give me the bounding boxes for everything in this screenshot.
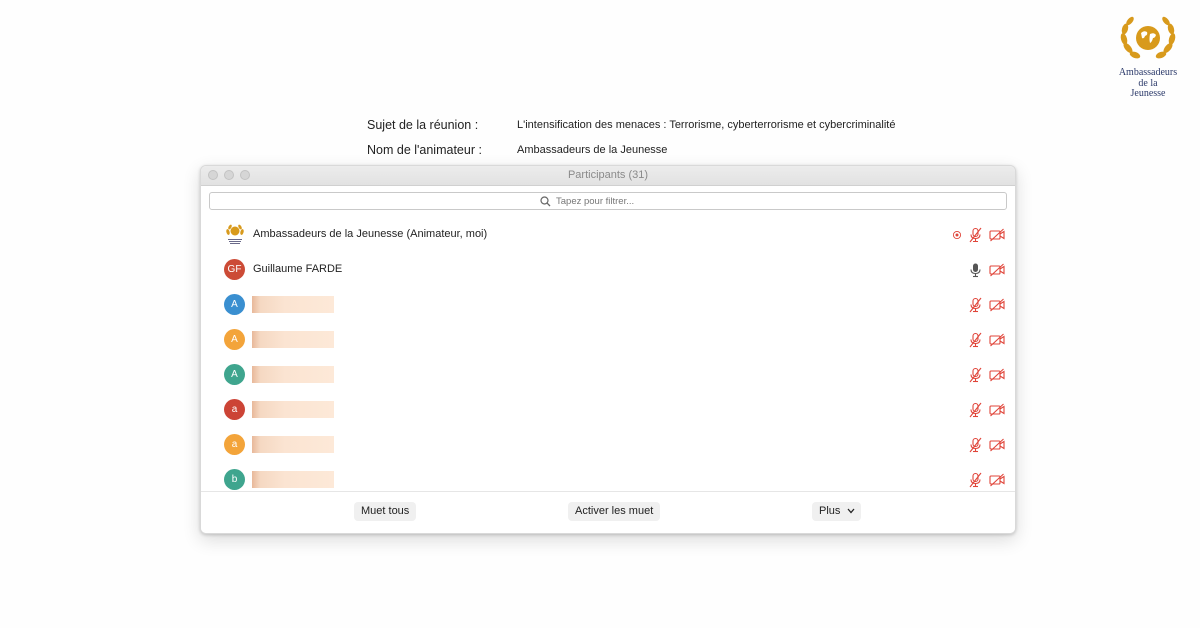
more-options-button[interactable]: Plus [812,502,862,521]
mic-muted-icon[interactable] [968,332,983,348]
more-options-label: Plus [819,505,841,517]
mic-muted-icon[interactable] [968,402,983,418]
participant-row[interactable]: GF Guillaume FARDE [201,252,1015,287]
mic-muted-icon[interactable] [968,367,983,383]
participant-status-icons [962,366,1005,383]
participant-avatar: A [224,329,245,350]
participant-row[interactable]: A [201,322,1015,357]
meeting-topic-value: L'intensification des menaces : Terroris… [517,119,896,131]
video-off-icon[interactable] [989,332,1005,348]
meeting-host-label: Nom de l'animateur : [367,143,482,157]
participants-footer: Muet tous Activer les muet Plus [201,491,1015,533]
participant-status-icons [946,226,1005,243]
participant-status-icons [962,261,1005,278]
mic-muted-icon[interactable] [968,297,983,313]
logo-text-line1: Ambassadeurs [1118,67,1178,78]
redacted-name [252,471,334,488]
laurel-globe-icon [1120,16,1176,59]
mic-muted-icon[interactable] [968,227,983,243]
participant-status-icons [962,296,1005,313]
participant-avatar: b [224,469,245,490]
redacted-name [252,296,334,313]
meeting-topic-label: Sujet de la réunion : [367,118,479,132]
video-off-icon[interactable] [989,262,1005,278]
search-icon [540,195,551,206]
participant-name: Ambassadeurs de la Jeunesse (Animateur, … [253,228,488,240]
participant-status-icons [962,471,1005,488]
logo-text-line3: Jeunesse [1130,88,1166,99]
mic-muted-icon[interactable] [968,437,983,453]
window-titlebar[interactable]: Participants (31) [201,166,1015,186]
participants-window: Participants (31) Ambassadeurs de la Jeu… [200,165,1016,534]
mic-muted-icon[interactable] [968,472,983,488]
recording-icon[interactable] [952,230,962,240]
participant-row[interactable]: A [201,357,1015,392]
redacted-name [252,436,334,453]
participant-row[interactable]: A [201,287,1015,322]
participant-avatar: a [224,434,245,455]
participant-row[interactable]: a [201,392,1015,427]
participant-row[interactable]: a [201,427,1015,462]
video-off-icon[interactable] [989,472,1005,488]
meeting-host-value: Ambassadeurs de la Jeunesse [517,144,668,156]
participant-status-icons [962,331,1005,348]
video-off-icon[interactable] [989,367,1005,383]
participant-row[interactable]: b [201,462,1015,490]
unmute-all-button[interactable]: Activer les muet [568,502,661,521]
video-off-icon[interactable] [989,402,1005,418]
organization-logo: Ambassadeurs de la Jeunesse [1110,14,1186,100]
participant-name: Guillaume FARDE [253,263,343,275]
microphone-icon[interactable] [968,262,983,278]
participant-avatar: A [224,294,245,315]
participant-status-icons [962,436,1005,453]
video-off-icon[interactable] [989,227,1005,243]
redacted-name [252,366,334,383]
participant-avatar: a [224,399,245,420]
participant-avatar: GF [224,259,245,280]
participant-list[interactable]: Ambassadeurs de la Jeunesse (Animateur, … [201,217,1015,490]
participant-status-icons [962,401,1005,418]
participant-search-input[interactable] [556,195,676,207]
participant-row[interactable]: Ambassadeurs de la Jeunesse (Animateur, … [201,217,1015,252]
redacted-name [252,331,334,348]
video-off-icon[interactable] [989,297,1005,313]
participant-search-box[interactable] [209,192,1007,210]
participant-avatar: A [224,364,245,385]
host-logo-avatar [223,222,247,246]
redacted-name [252,401,334,418]
chevron-down-icon [847,508,855,514]
mute-all-button[interactable]: Muet tous [354,502,417,521]
video-off-icon[interactable] [989,437,1005,453]
window-title: Participants (31) [567,169,649,181]
